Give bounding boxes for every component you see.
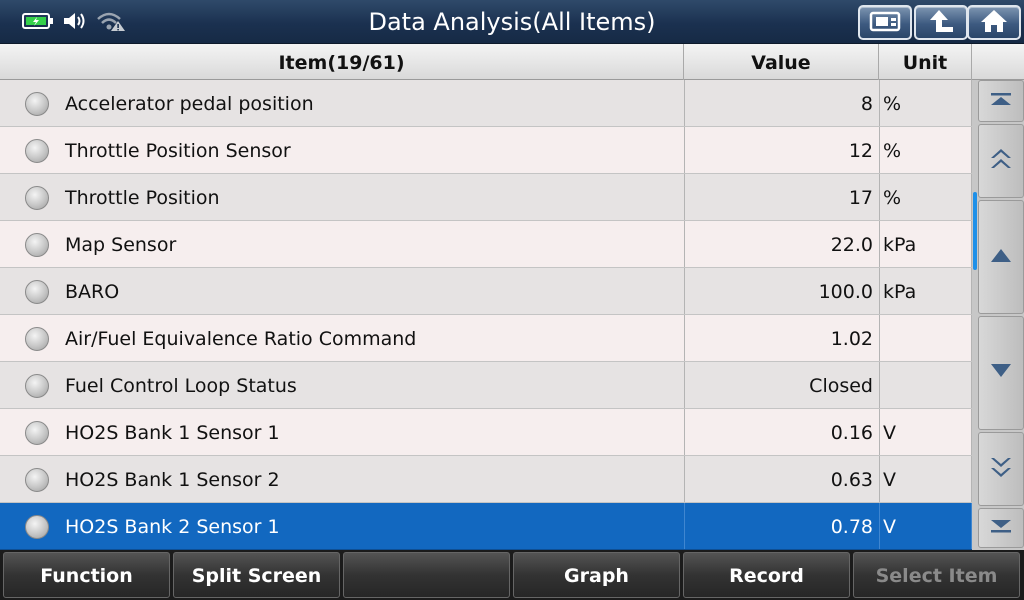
item-unit <box>879 362 972 408</box>
column-header-spacer <box>972 44 1024 80</box>
blank-button[interactable] <box>343 552 510 598</box>
screenshot-button[interactable] <box>858 5 912 40</box>
item-unit: V <box>879 409 972 455</box>
scroll-top-icon <box>988 89 1014 113</box>
item-value: 100.0 <box>684 268 879 314</box>
item-value: 0.63 <box>684 456 879 502</box>
scroll-bottom-icon <box>988 516 1014 540</box>
row-select-radio[interactable] <box>25 421 49 445</box>
page-down-button[interactable] <box>978 432 1024 506</box>
item-value: 12 <box>684 127 879 173</box>
column-header-item: Item(19/61) <box>0 44 684 80</box>
function-button[interactable]: Function <box>3 552 170 598</box>
item-value: 22.0 <box>684 221 879 267</box>
item-name: HO2S Bank 1 Sensor 2 <box>65 469 280 491</box>
table-row[interactable]: Fuel Control Loop Status Closed <box>0 362 972 409</box>
arrow-up-icon <box>989 246 1013 268</box>
select-item-button[interactable]: Select Item <box>853 552 1020 598</box>
item-unit: % <box>879 174 972 220</box>
item-unit: % <box>879 80 972 126</box>
table-row[interactable]: Air/Fuel Equivalence Ratio Command 1.02 <box>0 315 972 362</box>
home-icon <box>979 8 1009 38</box>
table-body: Accelerator pedal position 8% Throttle Pos… <box>0 80 972 550</box>
item-value: 8 <box>684 80 879 126</box>
row-select-radio[interactable] <box>25 374 49 398</box>
screenshot-icon <box>868 9 902 37</box>
graph-button[interactable]: Graph <box>513 552 680 598</box>
row-select-radio[interactable] <box>25 468 49 492</box>
item-unit: kPa <box>879 268 972 314</box>
scroll-up-button[interactable] <box>978 200 1024 314</box>
table-row[interactable]: Throttle Position 17% <box>0 174 972 221</box>
bottom-toolbar: Function Split Screen Graph Record Selec… <box>0 550 1024 600</box>
item-name: HO2S Bank 1 Sensor 1 <box>65 422 280 444</box>
item-unit <box>879 315 972 361</box>
scroll-to-top-button[interactable] <box>978 80 1024 122</box>
arrow-down-icon <box>989 362 1013 384</box>
table-row[interactable]: Throttle Position Sensor 12% <box>0 127 972 174</box>
row-select-radio[interactable] <box>25 280 49 304</box>
table-row[interactable]: HO2S Bank 1 Sensor 2 0.63 V <box>0 456 972 503</box>
double-chevron-down-icon <box>988 454 1014 484</box>
row-select-radio[interactable] <box>25 233 49 257</box>
item-name: Accelerator pedal position <box>65 93 314 115</box>
page-up-button[interactable] <box>978 124 1024 198</box>
item-name: Throttle Position <box>65 187 220 209</box>
double-chevron-up-icon <box>988 146 1014 176</box>
table-header: Item(19/61) Value Unit <box>0 44 1024 80</box>
table-row[interactable]: HO2S Bank 1 Sensor 1 0.16 V <box>0 409 972 456</box>
item-value: Closed <box>684 362 879 408</box>
item-value: 0.78 <box>684 503 879 549</box>
item-value: 17 <box>684 174 879 220</box>
scroll-position-indicator[interactable] <box>973 192 977 270</box>
record-button[interactable]: Record <box>683 552 850 598</box>
item-unit: kPa <box>879 221 972 267</box>
column-header-value: Value <box>684 44 879 80</box>
row-select-radio[interactable] <box>25 186 49 210</box>
data-table: Item(19/61) Value Unit Accelerator pedal… <box>0 44 1024 550</box>
split-screen-button[interactable]: Split Screen <box>173 552 340 598</box>
item-unit: % <box>879 127 972 173</box>
item-name: Throttle Position Sensor <box>65 140 291 162</box>
back-button[interactable] <box>914 5 968 40</box>
item-name: Fuel Control Loop Status <box>65 375 297 397</box>
row-select-radio[interactable] <box>25 139 49 163</box>
title-bar: Data Analysis(All Items) <box>0 0 1024 44</box>
item-unit: V <box>879 456 972 502</box>
item-value: 0.16 <box>684 409 879 455</box>
table-row[interactable]: Map Sensor 22.0 kPa <box>0 221 972 268</box>
table-row[interactable]: Accelerator pedal position 8% <box>0 80 972 127</box>
back-icon <box>926 8 956 38</box>
home-button[interactable] <box>967 5 1021 40</box>
scroll-to-bottom-button[interactable] <box>978 508 1024 548</box>
column-header-unit: Unit <box>879 44 972 80</box>
item-unit: V <box>879 503 972 549</box>
item-name: Air/Fuel Equivalence Ratio Command <box>65 328 417 350</box>
item-name: BARO <box>65 281 120 303</box>
table-row[interactable]: HO2S Bank 2 Sensor 1 0.78 V <box>0 503 972 550</box>
table-row[interactable]: BARO 100.0 kPa <box>0 268 972 315</box>
row-select-radio[interactable] <box>25 92 49 116</box>
item-name: HO2S Bank 2 Sensor 1 <box>65 516 280 538</box>
item-name: Map Sensor <box>65 234 177 256</box>
row-select-radio[interactable] <box>25 327 49 351</box>
row-select-radio[interactable] <box>25 515 49 539</box>
scroll-down-button[interactable] <box>978 316 1024 430</box>
item-value: 1.02 <box>684 315 879 361</box>
